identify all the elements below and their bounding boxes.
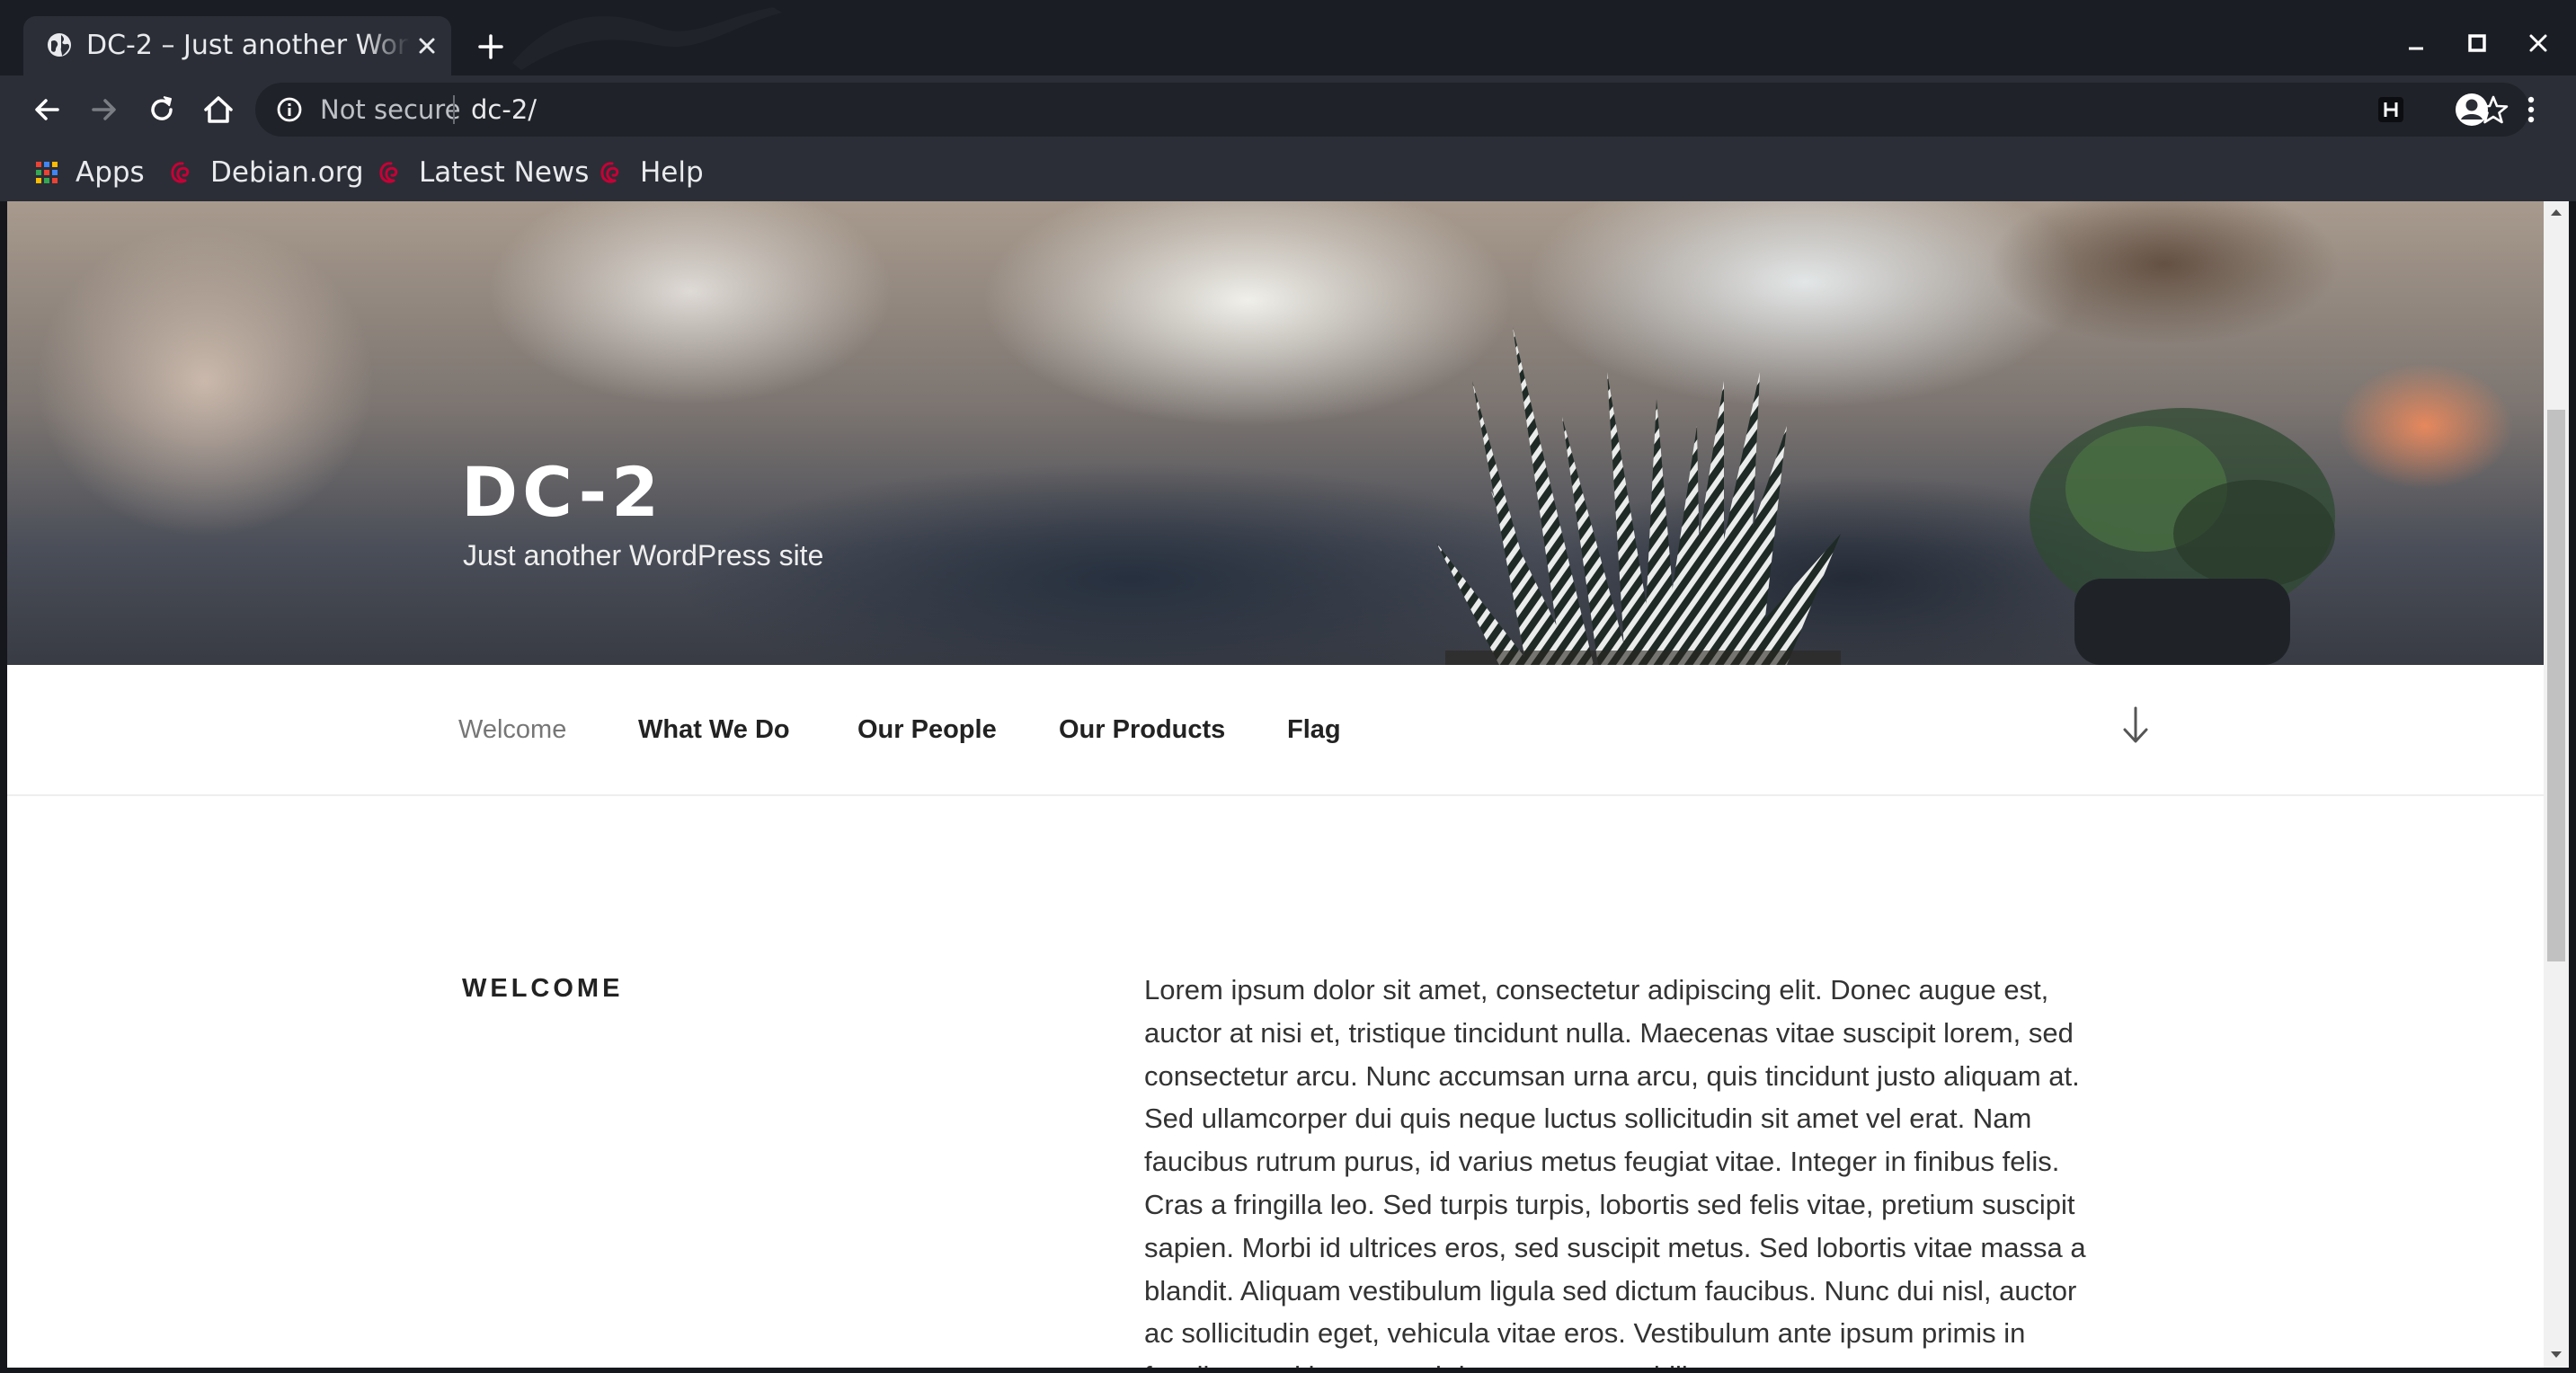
scroll-up-arrow-icon[interactable] [2549, 207, 2563, 217]
back-arrow-icon[interactable] [29, 92, 65, 128]
forward-arrow-icon[interactable] [86, 92, 122, 128]
scroll-down-arrow-icon[interactable] [2549, 1350, 2563, 1360]
maximize-icon[interactable] [2461, 27, 2493, 59]
kali-dragon-watermark [512, 7, 782, 70]
minimize-icon[interactable] [2400, 27, 2432, 59]
omnibox-divider [453, 95, 455, 124]
tab-strip: DC-2 – Just another WordPress site [0, 0, 2576, 75]
bookmark-latest-news[interactable]: Latest News [376, 153, 589, 192]
close-tab-icon[interactable] [413, 32, 440, 59]
debian-swirl-icon [379, 162, 398, 183]
succulent-plant-image [1436, 327, 1841, 665]
header-hero-image: DC-2 Just another WordPress site [7, 201, 2544, 665]
apps-grid-icon [36, 162, 58, 183]
nav-item-our-products[interactable]: Our Products [1059, 710, 1225, 749]
nav-item-flag[interactable]: Flag [1287, 710, 1341, 749]
nav-item-what-we-do[interactable]: What We Do [638, 710, 790, 749]
debian-swirl-icon [171, 162, 190, 183]
extension-h-icon[interactable] [2373, 92, 2409, 128]
site-tagline: Just another WordPress site [463, 539, 824, 571]
nav-item-our-people[interactable]: Our People [857, 710, 997, 749]
scrollbar-thumb[interactable] [2547, 410, 2565, 961]
bookmarks-bar: Apps Debian.org Latest News Help [0, 144, 2576, 201]
info-icon[interactable] [275, 95, 304, 124]
bookmark-label: Apps [76, 156, 145, 189]
bookmark-label: Debian.org [210, 156, 364, 189]
page-viewport: DC-2 Just another WordPress site Welcome… [7, 201, 2544, 1368]
close-window-icon[interactable] [2522, 27, 2554, 59]
site-title[interactable]: DC-2 [461, 451, 663, 534]
globe-icon [48, 33, 71, 57]
browser-toolbar: Not secure dc-2/ [0, 75, 2576, 144]
entry-content: Lorem ipsum dolor sit amet, consectetur … [1144, 974, 2086, 1368]
tab-title: DC-2 – Just another WordPress site [86, 30, 410, 61]
bookmark-label: Help [640, 156, 704, 189]
profile-avatar-icon[interactable] [2454, 92, 2490, 128]
home-icon[interactable] [200, 92, 236, 128]
new-tab-icon[interactable] [475, 31, 507, 63]
arrow-down-icon[interactable] [2118, 703, 2154, 748]
menu-kebab-icon[interactable] [2513, 92, 2549, 128]
bookmark-debian-org[interactable]: Debian.org [167, 153, 364, 192]
reload-icon[interactable] [144, 92, 180, 128]
nav-item-welcome[interactable]: Welcome [458, 710, 566, 749]
bookmark-label: Latest News [419, 156, 590, 189]
background-plant-image [2030, 408, 2335, 665]
bookmark-apps[interactable]: Apps [32, 153, 145, 192]
address-bar[interactable]: Not secure dc-2/ [255, 83, 2529, 137]
primary-navigation: Welcome What We Do Our People Our Produc… [7, 665, 2544, 796]
debian-swirl-icon [600, 162, 619, 183]
url-text[interactable]: dc-2/ [471, 92, 537, 128]
browser-window: DC-2 – Just another WordPress site [0, 0, 2576, 1373]
security-label[interactable]: Not secure [320, 92, 460, 128]
page-section-title: WELCOME [462, 974, 624, 1003]
bookmark-help[interactable]: Help [597, 153, 708, 192]
vertical-scrollbar[interactable] [2544, 201, 2569, 1368]
tab-dc2[interactable]: DC-2 – Just another WordPress site [23, 16, 451, 75]
